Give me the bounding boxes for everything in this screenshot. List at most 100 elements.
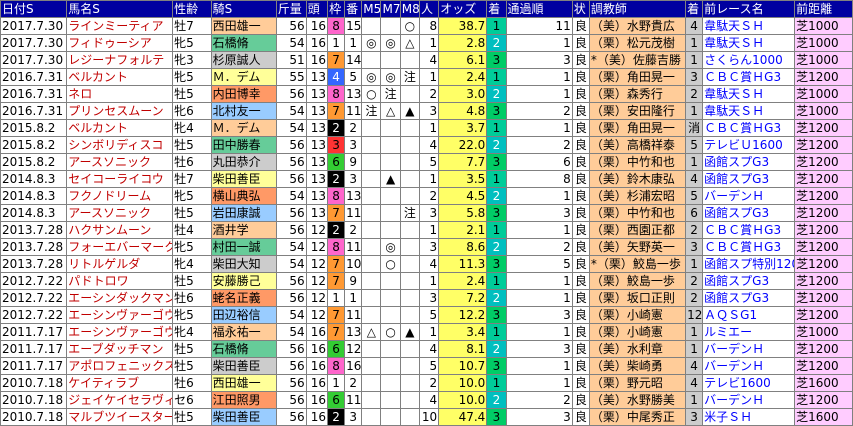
table-cell: 7 bbox=[327, 255, 346, 273]
table-row[interactable]: 2012.7.22 パドトロワ 牡5 安藤勝己 56 12 7 9 1 2.4 1 1 良（栗）鮫島一歩… bbox=[0, 272, 853, 290]
table-row[interactable]: 2013.7.28 ハクサンムーン 牡4 酒井学 56 12 2 2 1 2.1 1 1 良（栗）西園正… bbox=[0, 221, 853, 239]
table-row[interactable]: 2015.8.2 ベルカント 牝4 Ｍ．デム 54 13 2 2 1 3.7 1 1 良（栗）角田晃一消… bbox=[0, 119, 853, 137]
column-header[interactable]: M8 bbox=[399, 0, 420, 18]
column-header[interactable]: 着 bbox=[486, 0, 507, 18]
table-cell: 16 bbox=[305, 17, 329, 35]
table-cell: 牝6 bbox=[172, 102, 212, 120]
table-cell bbox=[399, 51, 420, 69]
column-header[interactable]: 馬名S bbox=[66, 0, 174, 18]
column-header[interactable]: M5 bbox=[361, 0, 382, 18]
table-cell: 1 bbox=[685, 51, 704, 69]
table-cell bbox=[380, 306, 401, 324]
column-header[interactable]: 騎S bbox=[210, 0, 277, 18]
table-row[interactable]: 2012.7.22 エーシンダックマン 牡6 蛯名正義 56 12 1 1 3 7.2 2 1 良（栗）… bbox=[0, 289, 853, 307]
table-row[interactable]: 2017.7.30 フィドゥーシア 牝5 石橋脩 54 16 1 1 ◎ ◎ △ 1 2.8 2 1 良（栗）… bbox=[0, 34, 853, 52]
table-cell: 54 bbox=[275, 187, 307, 205]
table-row[interactable]: 2010.7.18 ケイティラブ 牡6 西田雄一 56 16 1 2 2 10.0 1 1 良（栗）野元… bbox=[0, 374, 853, 392]
table-cell: （栗）中竹和也 bbox=[588, 204, 687, 222]
table-cell: 牝5 bbox=[172, 187, 212, 205]
table-row[interactable]: 2011.7.17 エーブダッチマン 牡5 石橋脩 56 16 6 12 4 8.1 2 3 良（美）水… bbox=[0, 340, 853, 358]
table-cell: 3.0 bbox=[438, 85, 488, 103]
table-cell bbox=[399, 153, 420, 171]
table-cell: 良 bbox=[571, 340, 590, 358]
table-cell: 56 bbox=[275, 272, 307, 290]
table-row[interactable]: 2010.7.18 ジェイケイセラヴィ セ6 江田照男 56 16 6 11 4 10.0 2 2 良（… bbox=[0, 391, 853, 409]
table-cell: 芝1600 bbox=[794, 408, 853, 426]
column-header[interactable]: 性齢 bbox=[172, 0, 212, 18]
table-cell: 1 bbox=[505, 34, 573, 52]
table-cell bbox=[361, 187, 382, 205]
table-cell: （美）高橋祥泰 bbox=[588, 136, 687, 154]
table-cell: 1 bbox=[418, 221, 440, 239]
table-cell: 牝5 bbox=[172, 238, 212, 256]
column-header[interactable]: オッズ bbox=[438, 0, 488, 18]
table-cell bbox=[399, 255, 420, 273]
table-cell: 4 bbox=[418, 391, 440, 409]
table-cell: 10.7 bbox=[438, 357, 488, 375]
table-cell: 1 bbox=[486, 119, 507, 137]
table-cell: ▲ bbox=[380, 170, 401, 188]
table-cell: △ bbox=[361, 323, 382, 341]
table-cell: 3 bbox=[344, 408, 363, 426]
column-header[interactable]: 枠 bbox=[327, 0, 346, 18]
column-header[interactable]: 通過順 bbox=[505, 0, 573, 18]
table-row[interactable]: 2016.7.31 ベルカント 牝5 Ｍ．デム 55 13 4 5 ◎ ◎ 注 1 2.4 1 1 良（栗）角… bbox=[0, 68, 853, 86]
column-header[interactable]: M7 bbox=[380, 0, 401, 18]
column-header[interactable]: 人 bbox=[418, 0, 440, 18]
table-cell: エーシンダックマン bbox=[66, 289, 174, 307]
table-row[interactable]: 2014.8.3 アースソニック 牡5 岩田康誠 56 13 7 11 注 3 5.8 3 3 良（栗）中… bbox=[0, 204, 853, 222]
table-row[interactable]: 2011.7.17 エーシンヴァーゴウ 牝4 福永祐一 54 16 7 13 △ ○ ▲ 1 3.4 1 1… bbox=[0, 323, 853, 341]
table-cell: 8 bbox=[327, 85, 346, 103]
table-cell: 12 bbox=[305, 306, 329, 324]
table-cell: ベルカント bbox=[66, 68, 174, 86]
table-cell: ＣＢＣ賞ＨG3 bbox=[702, 68, 796, 86]
table-row[interactable]: 2017.7.30 レジーナフォルテ 牝3 杉原誠人 51 16 7 14 4 6.1 3 3 良 *（美… bbox=[0, 51, 853, 69]
column-header[interactable]: 調教師 bbox=[588, 0, 687, 18]
column-header[interactable]: 前距離 bbox=[794, 0, 853, 18]
table-cell: 2 bbox=[418, 85, 440, 103]
table-cell: 芝1000 bbox=[794, 51, 853, 69]
table-cell: （栗）小崎憲 bbox=[588, 306, 687, 324]
column-header[interactable]: 前レース名 bbox=[702, 0, 796, 18]
column-header[interactable]: 状 bbox=[571, 0, 590, 18]
table-cell: 22.0 bbox=[438, 136, 488, 154]
table-row[interactable]: 2014.8.3 フクノドリーム 牝5 横山典弘 54 13 8 13 2 4.5 2 1 良（美）杉浦… bbox=[0, 187, 853, 205]
table-cell: 4.8 bbox=[438, 102, 488, 120]
table-cell: シンボリディスコ bbox=[66, 136, 174, 154]
table-cell: 石橋脩 bbox=[210, 34, 277, 52]
table-row[interactable]: 2016.7.31 プリンセスムーン 牝6 北村友一 54 13 7 11 注 △ ▲ 3 4.8 3 2 良… bbox=[0, 102, 853, 120]
table-cell: *（美）佐藤吉勝 bbox=[588, 51, 687, 69]
table-cell: 3 bbox=[327, 136, 346, 154]
column-header[interactable]: 番 bbox=[344, 0, 363, 18]
table-cell: （栗）中竹和也 bbox=[588, 153, 687, 171]
table-row[interactable]: 2010.7.18 マルブツイースター 牡5 柴田善臣 56 16 2 3 10 47.4 3 3 良（… bbox=[0, 408, 853, 426]
table-row[interactable]: 2015.8.2 アースソニック 牡6 丸田恭介 56 13 6 9 5 7.7 3 6 良（栗）中竹和… bbox=[0, 153, 853, 171]
column-header[interactable]: 着 bbox=[685, 0, 704, 18]
table-cell: 3 bbox=[505, 306, 573, 324]
table-cell: 韋駄天ＳＨ bbox=[702, 85, 796, 103]
table-row[interactable]: 2014.8.3 セイコーライコウ 牡7 柴田善臣 56 13 2 3 ▲ 1 3.5 1 8 良（美）鈴… bbox=[0, 170, 853, 188]
table-row[interactable]: 2011.7.17 アポロフェニックス 牡5 柴田善臣 56 16 8 16 5 10.7 3 1 良（… bbox=[0, 357, 853, 375]
table-cell: 1 bbox=[418, 272, 440, 290]
table-cell bbox=[361, 357, 382, 375]
table-row[interactable]: 2016.7.31 ネロ 牡5 内田博幸 56 13 8 13 ○ 注 2 3.0 2 1 良（栗）森秀行 2… bbox=[0, 85, 853, 103]
table-row[interactable]: 2015.8.2 シンボリディスコ 牡5 田中勝春 56 13 3 3 4 22.0 2 2 良（美）高… bbox=[0, 136, 853, 154]
table-cell: 7 bbox=[327, 102, 346, 120]
table-cell bbox=[361, 17, 382, 35]
table-row[interactable]: 2017.7.30 ラインミーティア 牡7 西田雄一 56 16 8 15 ○ 8 38.7 1 11 良… bbox=[0, 17, 853, 35]
table-cell: セ6 bbox=[172, 391, 212, 409]
table-row[interactable]: 2013.7.28 リトルゲルダ 牝4 柴田大知 54 12 7 10 ○ 4 11.3 3 5 良 *（栗… bbox=[0, 255, 853, 273]
table-cell: 芝1200 bbox=[794, 153, 853, 171]
table-cell: 2 bbox=[486, 85, 507, 103]
table-cell: 2 bbox=[327, 170, 346, 188]
column-header[interactable]: 斤量 bbox=[275, 0, 307, 18]
table-cell: 2 bbox=[685, 289, 704, 307]
table-row[interactable]: 2012.7.22 エーシンヴァーゴウ 牝5 田辺裕信 54 12 7 11 5 12.2 3 3 良（… bbox=[0, 306, 853, 324]
table-cell: 函館スプG3 bbox=[702, 289, 796, 307]
table-row[interactable]: 2013.7.28 フォーエバーマーク 牝5 村田一誠 54 12 8 11 ◎ 3 8.6 2 2 良（… bbox=[0, 238, 853, 256]
table-cell: 1 bbox=[685, 255, 704, 273]
table-cell: 3 bbox=[486, 102, 507, 120]
table-cell: 1 bbox=[418, 323, 440, 341]
column-header[interactable]: 頭 bbox=[305, 0, 329, 18]
column-header[interactable]: 日付S bbox=[0, 0, 68, 18]
